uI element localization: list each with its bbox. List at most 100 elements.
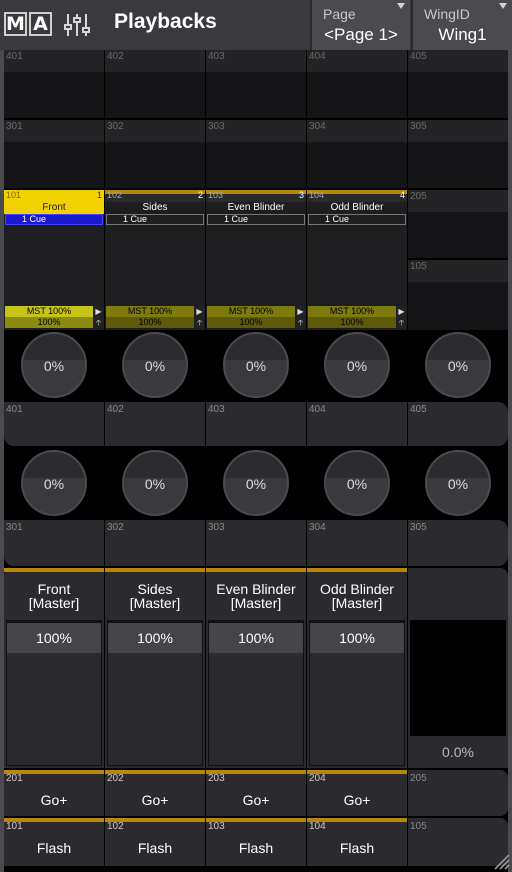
button-label: Go+ <box>40 792 68 808</box>
up-arrow-icon[interactable]: 🡡 <box>397 317 406 328</box>
encoder-label-cell[interactable]: 305 <box>408 520 508 566</box>
flash-button[interactable]: 104 Flash <box>307 818 407 866</box>
up-arrow-icon[interactable]: 🡡 <box>296 317 305 328</box>
encoder-row: 0% 0% 0% 0% 0% <box>4 332 508 402</box>
executor-number: 102 <box>107 821 124 832</box>
fader-track[interactable]: 100% <box>309 620 405 766</box>
encoder-label-cell[interactable]: 403 <box>206 402 306 446</box>
fader-handle[interactable]: 100% <box>310 621 404 653</box>
play-icon[interactable]: ▶ <box>296 306 305 317</box>
fader-even-blinder[interactable]: Even Blinder [Master] 100% <box>206 568 306 768</box>
page-selector[interactable]: Page <Page 1> <box>310 0 410 50</box>
fader-handle[interactable]: 100% <box>209 621 303 653</box>
playback-cell-102[interactable]: 102 2 Sides 1 Cue MST 100% 100% ▶ 🡡 <box>105 190 205 330</box>
playback-cell-103[interactable]: 103 3 Even Blinder 1 Cue MST 100% 100% ▶… <box>206 190 306 330</box>
executor-number: 302 <box>107 121 124 132</box>
fader-front[interactable]: Front [Master] 100% <box>4 568 104 768</box>
encoder-label-cell[interactable]: 301 <box>4 520 104 566</box>
master-bar: MST 100% 100% ▶ 🡡 <box>5 306 103 328</box>
cue-row[interactable]: 1 Cue <box>5 214 103 225</box>
encoder-knob[interactable]: 0% <box>122 332 188 398</box>
playback-cell-101[interactable]: 101 1 Front 1 Cue MST 100% 100% ▶ 🡡 <box>4 190 104 330</box>
resize-grip-icon[interactable] <box>492 852 510 870</box>
fader-name: Even Blinder [Master] <box>216 581 296 611</box>
wing-selector[interactable]: WingID Wing1 <box>411 0 512 50</box>
executor-button-empty[interactable]: 205 <box>408 770 508 816</box>
encoder-knob[interactable]: 0% <box>122 450 188 516</box>
executor-cell-empty[interactable]: 205 <box>408 190 508 258</box>
go-plus-button[interactable]: 203 Go+ <box>206 770 306 816</box>
fader-track[interactable]: 100% <box>6 620 102 766</box>
master-level: 100% <box>106 317 194 328</box>
flash-button[interactable]: 102 Flash <box>105 818 205 866</box>
encoder-knob[interactable]: 0% <box>21 450 87 516</box>
encoder-label-cell[interactable]: 302 <box>105 520 205 566</box>
button-label: Flash <box>36 840 72 856</box>
sliders-icon[interactable] <box>64 12 90 38</box>
encoder-knob[interactable]: 0% <box>223 332 289 398</box>
chevron-down-icon <box>397 3 405 9</box>
executor-cell[interactable]: 303 <box>206 120 306 188</box>
up-arrow-icon[interactable]: 🡡 <box>195 317 204 328</box>
flash-button[interactable]: 103 Flash <box>206 818 306 866</box>
executor-cell[interactable]: 405 <box>408 50 508 118</box>
logo-letter-m: M <box>4 12 27 36</box>
fader-empty[interactable]: 0.0% <box>408 568 508 768</box>
executor-cell[interactable]: 403 <box>206 50 306 118</box>
go-plus-button[interactable]: 201 Go+ <box>4 770 104 816</box>
executor-cell[interactable]: 301 <box>4 120 104 188</box>
wing-value: Wing1 <box>438 25 487 44</box>
executor-cell[interactable]: 401 <box>4 50 104 118</box>
executor-cell[interactable]: 304 <box>307 120 407 188</box>
fader-handle[interactable]: 100% <box>7 621 101 653</box>
executor-number: 401 <box>6 51 23 62</box>
play-icon[interactable]: ▶ <box>195 306 204 317</box>
fader-track[interactable]: 100% <box>208 620 304 766</box>
playback-cell-104[interactable]: 104 4 Odd Blinder 1 Cue MST 100% 100% ▶ … <box>307 190 407 330</box>
fader-accent-bar <box>206 568 306 572</box>
encoder-label-cell[interactable]: 402 <box>105 402 205 446</box>
encoder-knob[interactable]: 0% <box>324 450 390 516</box>
fader-track[interactable]: 100% <box>107 620 203 766</box>
executor-number: 301 <box>6 121 23 132</box>
encoder-label-cell[interactable]: 304 <box>307 520 407 566</box>
playback-page-number: 2 <box>197 190 203 200</box>
executor-number: 103 <box>208 821 225 832</box>
encoder-knob[interactable]: 0% <box>324 332 390 398</box>
cue-row[interactable]: 1 Cue <box>106 214 204 225</box>
go-plus-button[interactable]: 204 Go+ <box>307 770 407 816</box>
go-plus-button[interactable]: 202 Go+ <box>105 770 205 816</box>
executor-number: 305 <box>410 121 427 132</box>
fader-sides[interactable]: Sides [Master] 100% <box>105 568 205 768</box>
executor-number: 405 <box>410 404 427 415</box>
fader-accent-bar <box>105 568 205 572</box>
encoder-knob[interactable]: 0% <box>223 450 289 516</box>
encoder-knob[interactable]: 0% <box>21 332 87 398</box>
executor-number: 305 <box>410 522 427 533</box>
executor-cell[interactable]: 402 <box>105 50 205 118</box>
play-icon[interactable]: ▶ <box>397 306 406 317</box>
window-frame-right <box>508 50 512 872</box>
executor-number: 404 <box>309 404 326 415</box>
flash-button[interactable]: 101 Flash <box>4 818 104 866</box>
fader-track-empty[interactable] <box>410 620 506 736</box>
cue-row[interactable]: 1 Cue <box>308 214 406 225</box>
fader-odd-blinder[interactable]: Odd Blinder [Master] 100% <box>307 568 407 768</box>
encoder-label-cell[interactable]: 405 <box>408 402 508 446</box>
fader-name: Odd Blinder [Master] <box>320 581 394 611</box>
encoder-knob[interactable]: 0% <box>425 450 491 516</box>
encoder-label-cell[interactable]: 404 <box>307 402 407 446</box>
encoder-label-cell[interactable]: 303 <box>206 520 306 566</box>
fader-handle[interactable]: 100% <box>108 621 202 653</box>
encoder-label-cell[interactable]: 401 <box>4 402 104 446</box>
button-label: Flash <box>137 840 173 856</box>
executor-cell[interactable]: 305 <box>408 120 508 188</box>
play-icon[interactable]: ▶ <box>94 306 103 317</box>
cue-row[interactable]: 1 Cue <box>207 214 305 225</box>
executor-cell[interactable]: 302 <box>105 120 205 188</box>
executor-cell-empty[interactable]: 105 <box>408 260 508 330</box>
executor-cell[interactable]: 404 <box>307 50 407 118</box>
up-arrow-icon[interactable]: 🡡 <box>94 317 103 328</box>
window-title: Playbacks <box>114 10 217 33</box>
encoder-knob[interactable]: 0% <box>425 332 491 398</box>
